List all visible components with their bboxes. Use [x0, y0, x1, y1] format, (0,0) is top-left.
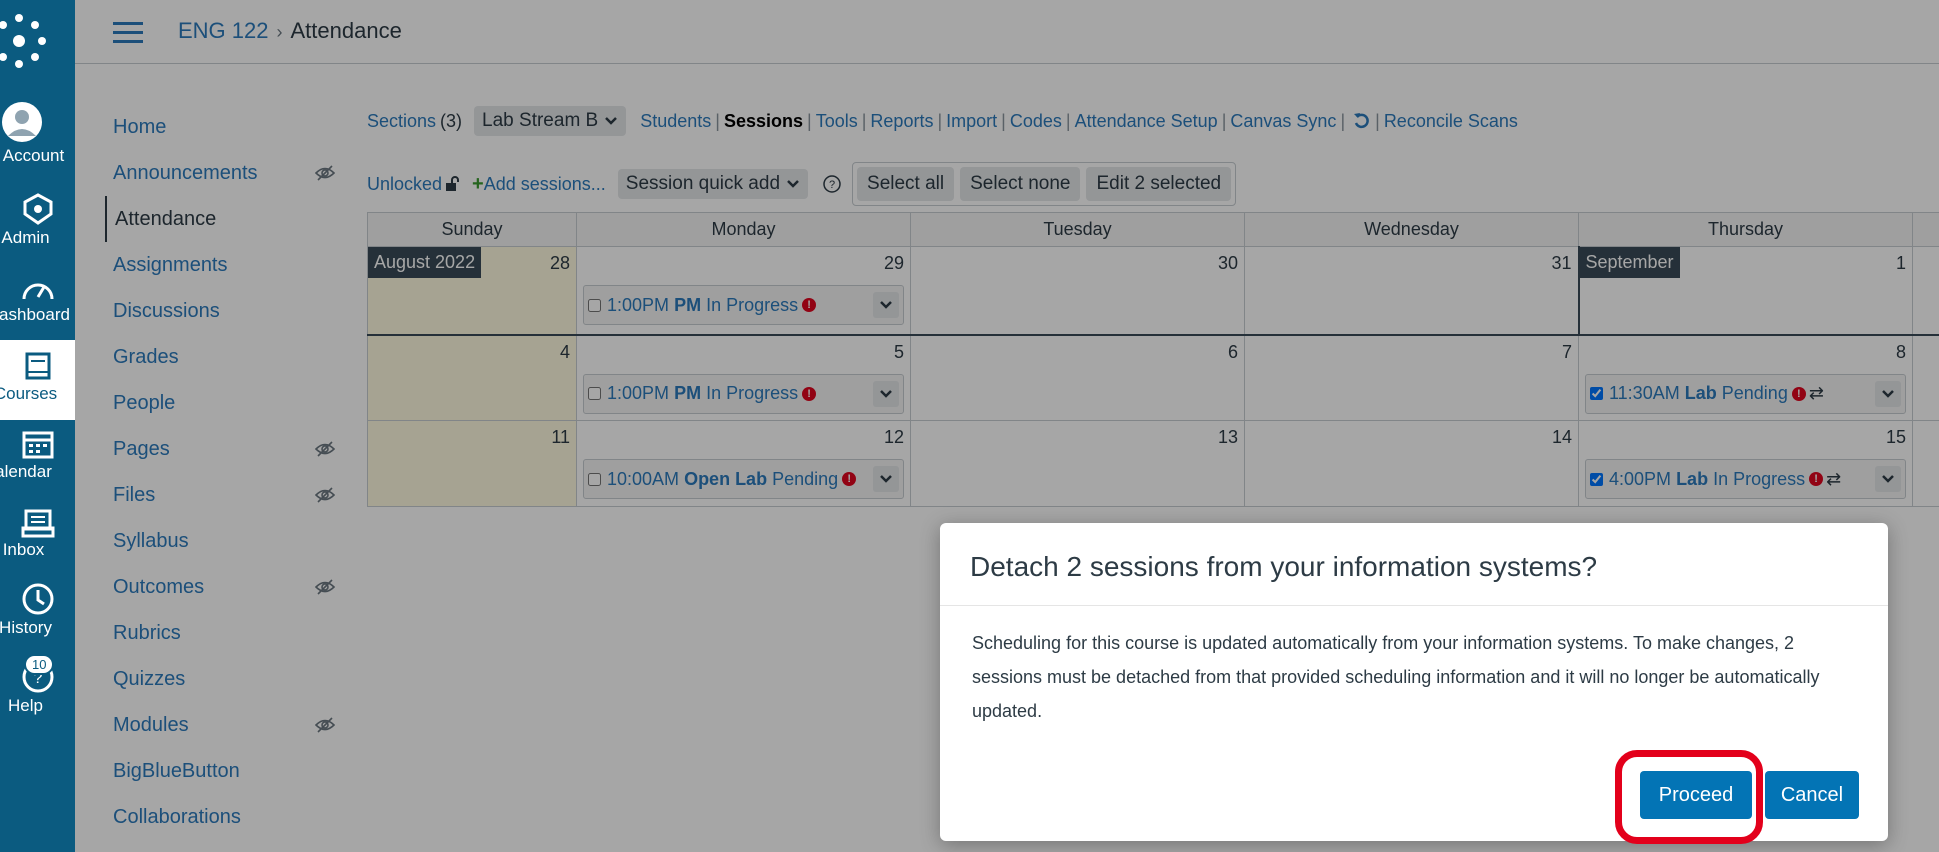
admin-icon — [23, 193, 52, 225]
account-icon — [2, 102, 42, 142]
global-nav-history-label: History — [0, 618, 52, 637]
proceed-highlight-annotation — [1615, 750, 1763, 844]
global-nav-calendar-label: alendar — [0, 462, 52, 481]
global-nav-inbox[interactable]: Inbox — [0, 508, 75, 560]
global-nav-courses-label: Courses — [0, 384, 58, 403]
calendar-icon — [22, 431, 53, 459]
dialog-title: Detach 2 sessions from your information … — [970, 551, 1598, 582]
global-nav-history[interactable]: History — [0, 582, 75, 638]
cancel-button[interactable]: Cancel — [1765, 771, 1859, 819]
global-nav-dashboard-label: ashboard — [0, 305, 70, 324]
global-nav-admin-label: Admin — [1, 228, 50, 247]
global-nav-help-label: Help — [8, 696, 43, 715]
global-nav-admin[interactable]: Admin — [0, 192, 75, 248]
global-nav: Account Admin ashboard Courses alendar I… — [0, 0, 75, 852]
courses-icon — [25, 352, 50, 380]
global-nav-calendar[interactable]: alendar — [0, 428, 75, 482]
help-badge: 10 — [24, 654, 55, 675]
history-icon — [22, 583, 53, 615]
global-nav-dashboard[interactable]: ashboard — [0, 275, 75, 325]
global-nav-account-label: Account — [2, 146, 65, 165]
inbox-icon — [21, 509, 54, 538]
global-nav-inbox-label: Inbox — [2, 540, 45, 559]
global-nav-courses[interactable]: Courses — [0, 340, 75, 420]
dialog-divider — [940, 605, 1888, 606]
dialog-message: Scheduling for this course is updated au… — [972, 633, 1820, 721]
global-nav-help[interactable]: ? 10 Help — [0, 654, 75, 716]
global-nav-account[interactable]: Account — [0, 100, 75, 166]
dashboard-icon — [22, 283, 53, 300]
canvas-logo-icon[interactable] — [0, 10, 50, 72]
